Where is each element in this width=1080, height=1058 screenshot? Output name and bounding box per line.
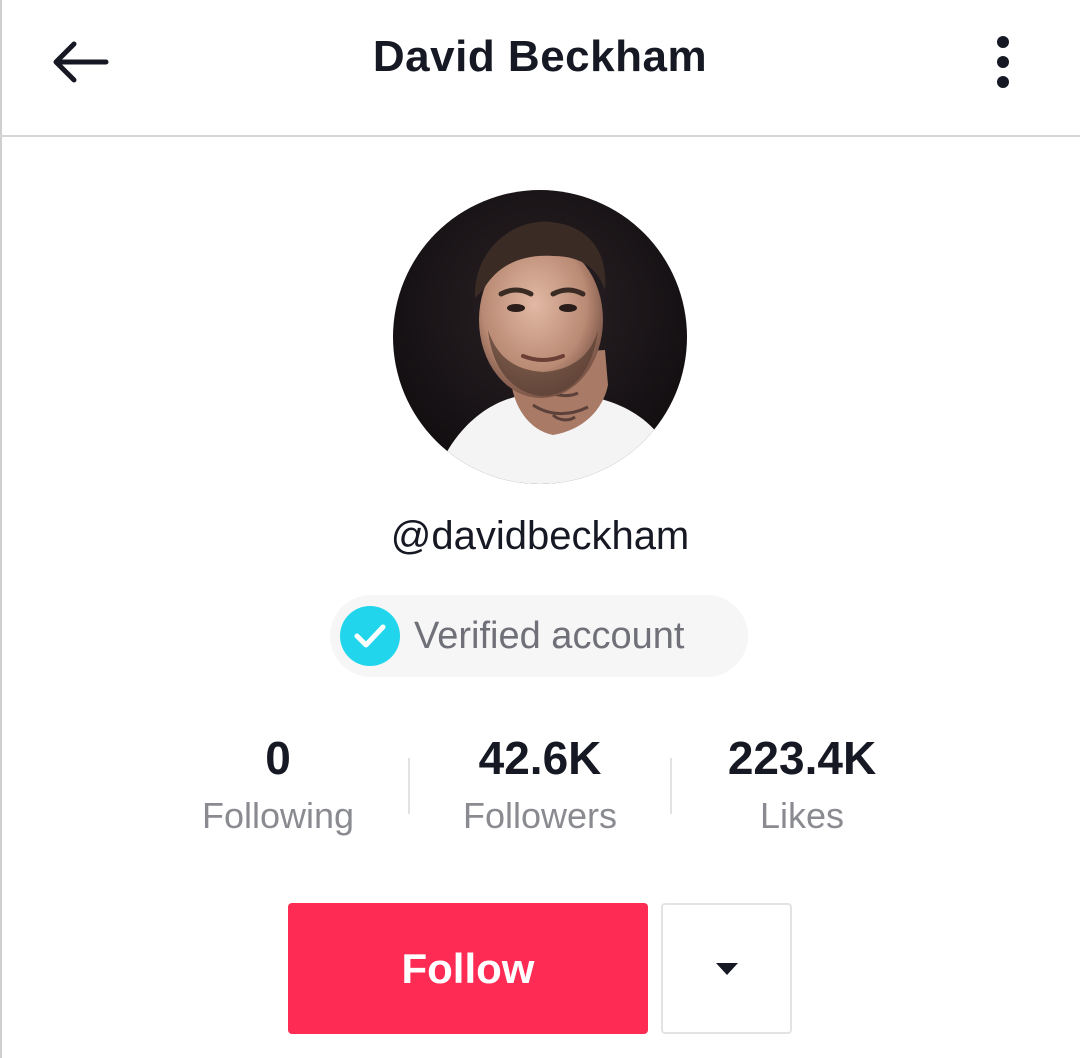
more-options-button[interactable] bbox=[970, 24, 1036, 100]
checkmark-icon bbox=[340, 606, 400, 666]
caret-down-icon bbox=[715, 962, 738, 975]
avatar[interactable] bbox=[393, 190, 687, 484]
verified-label: Verified account bbox=[414, 614, 685, 657]
stat-label: Following bbox=[201, 795, 355, 836]
stat-followers[interactable]: 42.6K Followers bbox=[410, 730, 670, 838]
page-title: David Beckham bbox=[372, 32, 708, 81]
stat-label: Likes bbox=[759, 795, 845, 836]
profile-stats: 0 Following 42.6K Followers 223.4K Likes bbox=[0, 730, 1080, 850]
stat-value: 223.4K bbox=[727, 732, 877, 784]
stat-likes[interactable]: 223.4K Likes bbox=[672, 730, 932, 838]
vertical-dots-icon bbox=[997, 36, 1009, 48]
vertical-dots-icon-dot bbox=[997, 76, 1009, 88]
avatar-image bbox=[393, 190, 687, 484]
verified-badge: Verified account bbox=[330, 595, 748, 677]
stat-value: 0 bbox=[265, 732, 291, 784]
suggested-accounts-dropdown-button[interactable] bbox=[661, 903, 792, 1034]
username-handle: @davidbeckham bbox=[390, 514, 690, 558]
follow-button[interactable]: Follow bbox=[288, 903, 648, 1034]
vertical-dots-icon-dot bbox=[997, 56, 1009, 68]
stat-label: Followers bbox=[462, 795, 618, 836]
stat-value: 42.6K bbox=[478, 732, 602, 784]
stat-following[interactable]: 0 Following bbox=[148, 730, 408, 838]
top-bar: David Beckham bbox=[0, 0, 1080, 137]
